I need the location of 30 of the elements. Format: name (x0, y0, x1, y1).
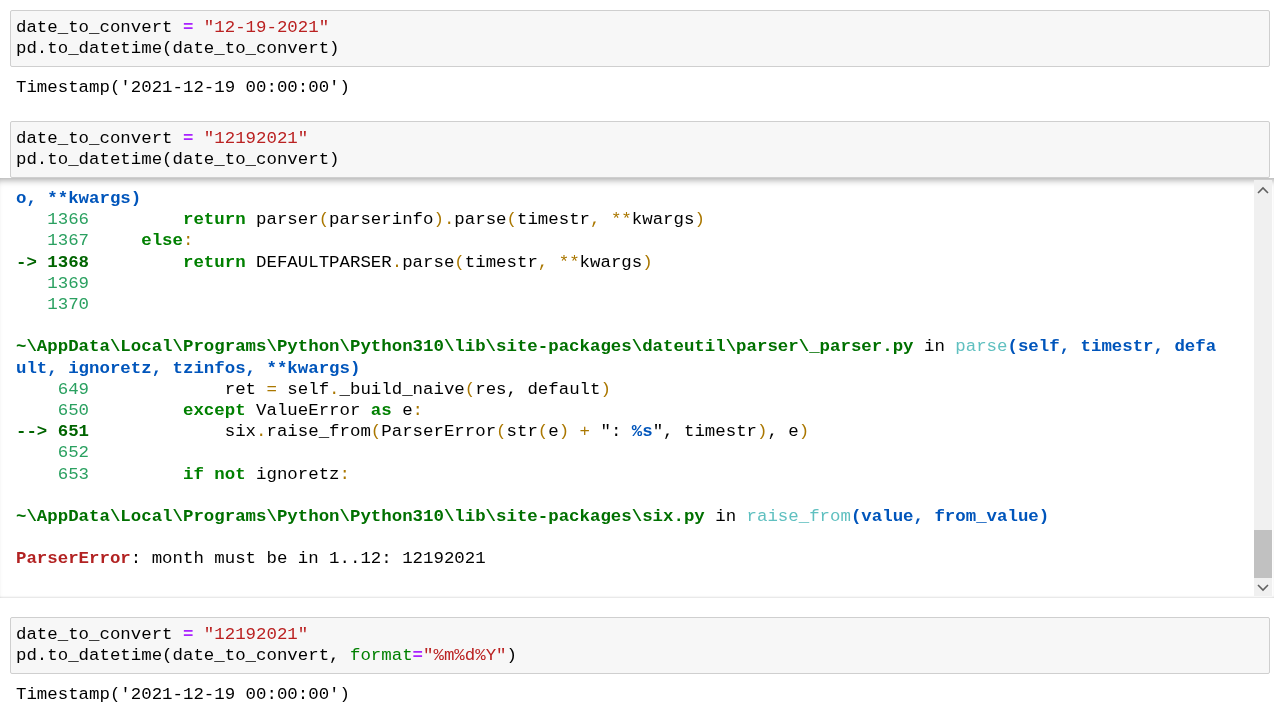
traceback-line: 652 (56, 442, 90, 464)
traceback-line: --> 651 six.raise_from(ParserError(str(e) + ": %s", timestr), e) (16, 421, 810, 443)
output-text: Timestamp('2021-12-19 00:00:00') (16, 77, 350, 99)
scroll-down-icon[interactable] (1257, 584, 1269, 592)
traceback-line: 1367 else: (46, 230, 194, 252)
scrollbar-thumb[interactable] (1254, 530, 1272, 578)
traceback-line: ult, ignoretz, tzinfos, **kwargs) (16, 357, 361, 379)
traceback-line: 650 except ValueError as e: (56, 400, 424, 422)
code-line: pd.to_datetime(date_to_convert) (16, 38, 340, 60)
code-input-cell[interactable]: date_to_convert = "12-19-2021" pd.to_datetime(date_to_convert) (10, 10, 1270, 68)
traceback-line: 1369 (46, 272, 90, 295)
code-line: date_to_convert = "12-19-2021" (16, 17, 330, 39)
traceback-line: -> 1368 return DEFAULTPARSER.parse(timestr, **kwargs) (16, 251, 653, 273)
code-input-cell[interactable]: date_to_convert = "12192021" pd.to_datetime(date_to_convert, format="%m%d%Y") (10, 617, 1270, 675)
traceback-line: 1370 (46, 294, 90, 316)
code-line: date_to_convert = "12192021" (16, 127, 309, 149)
traceback-line: 653 if not ignoretz: (56, 463, 350, 485)
code-line: pd.to_datetime(date_to_convert) (16, 148, 340, 170)
code-input-cell[interactable]: date_to_convert = "12192021" pd.to_datetime(date_to_convert) (10, 120, 1270, 178)
traceback-line: ParserError: month must be in 1..12: 12192021 (16, 548, 486, 570)
traceback-line: ~\AppData\Local\Programs\Python\Python310\lib\site-packages\six.py in raise_from(value, from_value) (16, 506, 1050, 528)
traceback-line: 649 ret = self._build_naive(res, default) (56, 378, 611, 401)
code-line: pd.to_datetime(date_to_convert, format="%m%d%Y") (16, 645, 517, 667)
output-text: Timestamp('2021-12-19 00:00:00') (16, 684, 350, 705)
traceback-line: ~\AppData\Local\Programs\Python\Python310\lib\site-packages\dateutil\parser\_parser.py in parse(self, timestr, defa (16, 336, 1217, 358)
scroll-up-icon[interactable] (1257, 186, 1269, 194)
traceback-line: 1366 return parser(parserinfo).parse(timestr, **kwargs) (46, 209, 705, 231)
scrollbar[interactable] (1254, 180, 1272, 596)
traceback-line: o, **kwargs) (16, 188, 142, 210)
code-line: date_to_convert = "12192021" (16, 624, 309, 646)
